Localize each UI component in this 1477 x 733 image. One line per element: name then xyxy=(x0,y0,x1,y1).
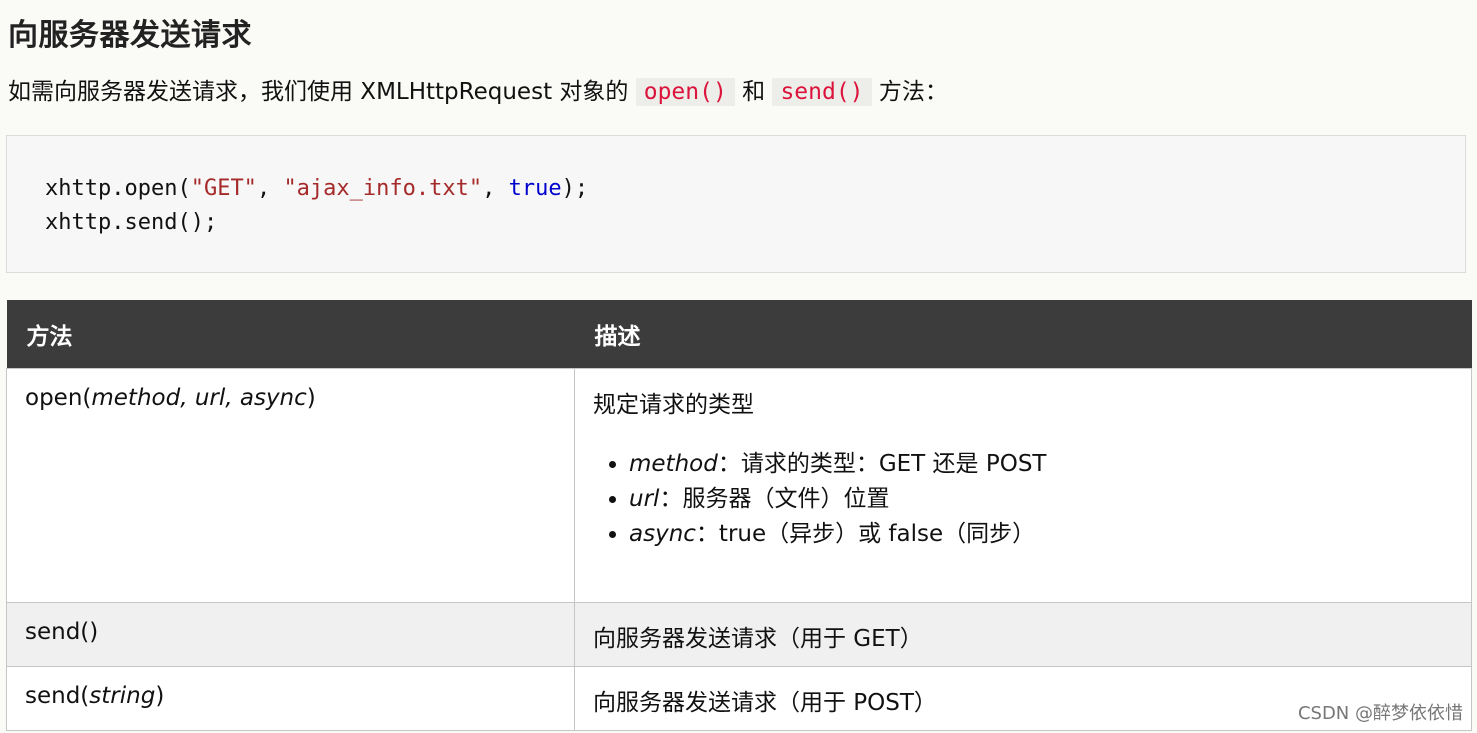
code-keyword-true: true xyxy=(508,176,562,201)
method-cell: open(method, url, async) xyxy=(6,367,575,603)
code-token: ); xyxy=(561,176,589,201)
description-cell: 规定请求的类型 method：请求的类型：GET 还是 POST url：服务器… xyxy=(574,367,1472,603)
method-name: open( xyxy=(25,384,92,411)
table-row: open(method, url, async) 规定请求的类型 method：… xyxy=(6,367,1472,603)
inline-code-send: send() xyxy=(772,78,872,106)
intro-text-middle: 和 xyxy=(734,79,773,105)
param-name: method xyxy=(629,450,718,477)
inline-code-open: open() xyxy=(635,78,735,106)
method-close: ) xyxy=(306,384,316,411)
methods-table: 方法 描述 open(method, url, async) 规定请求的类型 m… xyxy=(6,300,1472,731)
intro-paragraph: 如需向服务器发送请求，我们使用 XMLHttpRequest 对象的 open(… xyxy=(8,74,948,110)
csdn-watermark: CSDN @醉梦依依惜 xyxy=(1297,703,1463,724)
table-row: send(string) 向服务器发送请求（用于 POST） xyxy=(6,665,1472,731)
code-string-get: "GET" xyxy=(190,176,257,201)
list-item: method：请求的类型：GET 还是 POST xyxy=(629,447,1451,482)
table-row: send() 向服务器发送请求（用于 GET） xyxy=(6,601,1472,667)
method-cell: send() xyxy=(6,601,575,667)
code-line-1: xhttp.open("GET", "ajax_info.txt", true)… xyxy=(45,176,588,201)
method-name: send( xyxy=(25,682,90,709)
header-method: 方法 xyxy=(6,300,575,368)
intro-text-prefix: 如需向服务器发送请求，我们使用 XMLHttpRequest 对象的 xyxy=(8,79,636,105)
code-string-url: "ajax_info.txt" xyxy=(283,176,483,201)
description-cell: 向服务器发送请求（用于 GET） xyxy=(574,601,1472,667)
param-list: method：请求的类型：GET 还是 POST url：服务器（文件）位置 a… xyxy=(593,447,1451,552)
param-text: ：true（异步）或 false（同步） xyxy=(695,520,1036,547)
list-item: url：服务器（文件）位置 xyxy=(629,482,1451,517)
code-example-block: xhttp.open("GET", "ajax_info.txt", true)… xyxy=(6,135,1466,273)
method-close: ) xyxy=(155,682,165,709)
list-item: async：true（异步）或 false（同步） xyxy=(629,517,1451,552)
description-text: 规定请求的类型 xyxy=(593,391,754,418)
method-args: method, url, async xyxy=(91,384,307,411)
page-title: 向服务器发送请求 xyxy=(8,18,252,53)
code-line-2: xhttp.send(); xyxy=(45,210,218,235)
param-name: url xyxy=(629,485,660,512)
method-args: string xyxy=(89,682,156,709)
code-token: xhttp.open( xyxy=(45,176,191,201)
method-cell: send(string) xyxy=(6,665,575,731)
code-token: , xyxy=(256,176,284,201)
intro-text-suffix: 方法： xyxy=(871,79,948,105)
param-text: ：服务器（文件）位置 xyxy=(659,485,890,512)
param-text: ：请求的类型：GET 还是 POST xyxy=(717,450,1047,477)
code-token: , xyxy=(482,176,509,201)
table-header-row: 方法 描述 xyxy=(6,300,1472,368)
header-description: 描述 xyxy=(574,300,1472,368)
param-name: async xyxy=(629,520,696,547)
